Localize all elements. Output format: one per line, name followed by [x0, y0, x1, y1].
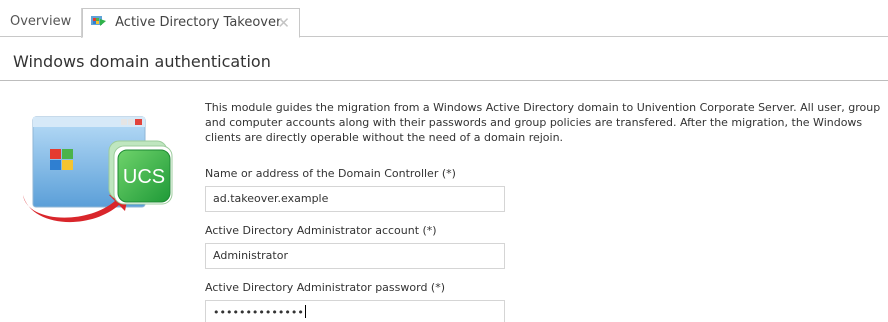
tab-bar: Overview Active Directory Takeover ✕ [0, 0, 888, 38]
page-header: Windows domain authentication [0, 44, 888, 81]
text-caret [304, 305, 306, 318]
close-icon[interactable]: ✕ [277, 9, 290, 37]
tab-overview[interactable]: Overview [0, 8, 82, 38]
dc-label: Name or address of the Domain Controller… [205, 167, 456, 180]
admin-password-label: Active Directory Administrator password … [205, 281, 446, 294]
tab-overview-label: Overview [10, 14, 72, 29]
admin-account-label: Active Directory Administrator account (… [205, 224, 437, 237]
module-description: This module guides the migration from a … [205, 101, 881, 144]
tab-active-directory-takeover[interactable]: Active Directory Takeover ✕ [82, 8, 300, 38]
password-mask: •••••••••••••• [213, 306, 304, 319]
ad-takeover-tab-icon [91, 16, 106, 26]
admin-password-input[interactable]: •••••••••••••• [205, 300, 505, 322]
dc-input[interactable]: ad.takeover.example [205, 186, 505, 212]
admin-account-input[interactable]: Administrator [205, 243, 505, 269]
ucs-logo-text: UCS [123, 166, 165, 188]
ucs-migration-illustration: UCS [23, 116, 173, 223]
module-content: This module guides the migration from a … [205, 100, 885, 322]
tab-active-label: Active Directory Takeover [115, 15, 282, 30]
page-title: Windows domain authentication [13, 52, 271, 71]
